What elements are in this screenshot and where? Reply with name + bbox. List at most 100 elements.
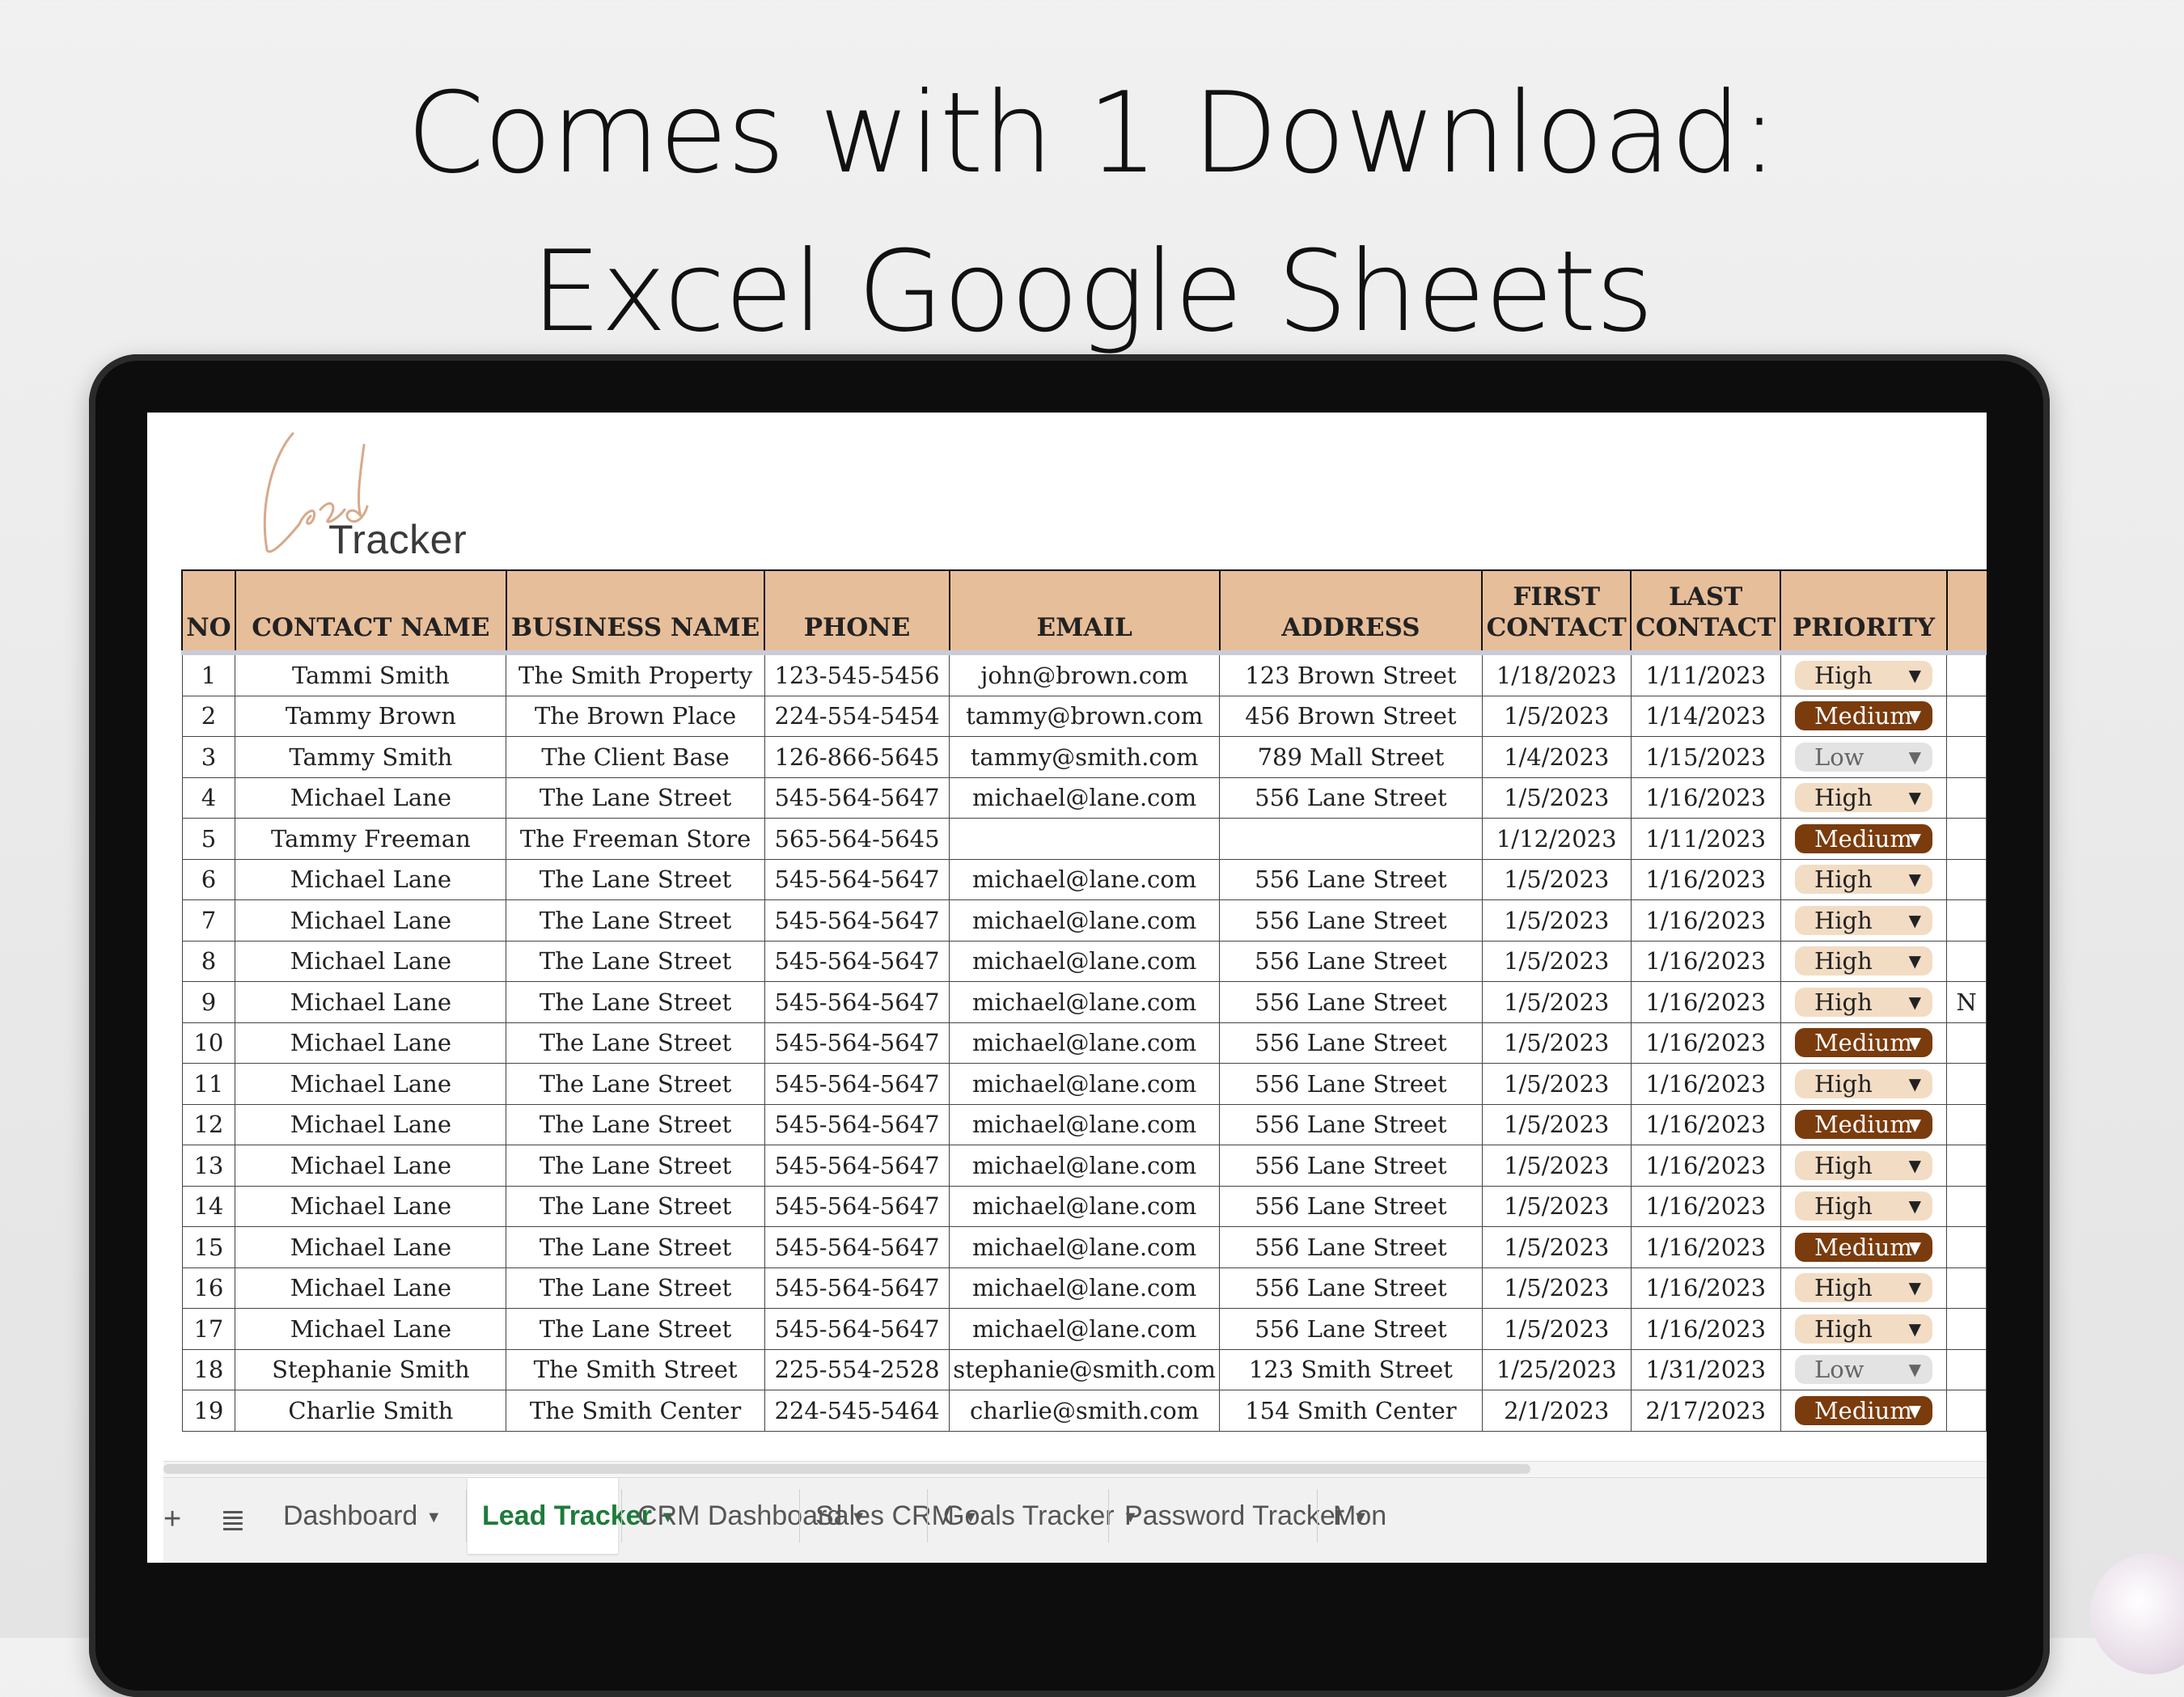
cell-first-contact[interactable]: 1/5/2023 — [1481, 940, 1632, 982]
cell-no[interactable]: 9 — [181, 981, 236, 1023]
cell-phone[interactable]: 545-564-5647 — [764, 1022, 950, 1064]
cell-phone[interactable]: 565-564-5645 — [764, 818, 950, 860]
cell-cut-off[interactable] — [1946, 1185, 1987, 1227]
cell-phone[interactable]: 545-564-5647 — [764, 940, 950, 982]
cell-address[interactable]: 556 Lane Street — [1219, 1226, 1483, 1268]
cell-phone[interactable]: 545-564-5647 — [764, 1308, 950, 1350]
cell-last-contact[interactable]: 1/16/2023 — [1630, 981, 1781, 1023]
cell-priority[interactable]: Medium ▼ — [1780, 1390, 1948, 1432]
cell-no[interactable]: 18 — [181, 1348, 236, 1390]
cell-business-name[interactable]: The Lane Street — [506, 777, 765, 819]
priority-dropdown[interactable]: High ▼ — [1794, 1069, 1932, 1098]
priority-dropdown[interactable]: Low ▼ — [1794, 742, 1932, 772]
cell-last-contact[interactable]: 1/16/2023 — [1630, 940, 1781, 982]
cell-cut-off[interactable] — [1946, 777, 1987, 819]
sheet-tab[interactable]: CRM Dashboard ▼ — [623, 1478, 866, 1554]
priority-dropdown[interactable]: Medium ▼ — [1794, 1028, 1932, 1058]
cell-no[interactable]: 14 — [181, 1185, 236, 1227]
cell-business-name[interactable]: The Lane Street — [506, 1145, 765, 1187]
cell-priority[interactable]: Medium ▼ — [1780, 695, 1948, 737]
priority-dropdown[interactable]: Low ▼ — [1794, 1355, 1932, 1385]
cell-business-name[interactable]: The Lane Street — [506, 981, 765, 1023]
cell-first-contact[interactable]: 1/5/2023 — [1481, 1308, 1632, 1350]
cell-business-name[interactable]: The Lane Street — [506, 1063, 765, 1105]
cell-first-contact[interactable]: 1/5/2023 — [1481, 899, 1632, 942]
cell-address[interactable]: 556 Lane Street — [1219, 1103, 1483, 1145]
cell-address[interactable]: 154 Smith Center — [1219, 1390, 1483, 1432]
cell-business-name[interactable]: The Lane Street — [506, 940, 765, 982]
cell-business-name[interactable]: The Smith Center — [506, 1390, 765, 1432]
cell-cut-off[interactable] — [1946, 1063, 1987, 1105]
cell-email[interactable]: michael@lane.com — [949, 1022, 1221, 1064]
cell-priority[interactable]: High ▼ — [1780, 1185, 1948, 1227]
cell-contact-name[interactable]: Michael Lane — [235, 1063, 507, 1105]
cell-contact-name[interactable]: Tammi Smith — [235, 650, 507, 696]
cell-phone[interactable]: 545-564-5647 — [764, 1267, 950, 1309]
cell-first-contact[interactable]: 1/25/2023 — [1481, 1348, 1632, 1390]
cell-email[interactable]: michael@lane.com — [949, 1145, 1221, 1187]
cell-phone[interactable]: 545-564-5647 — [764, 899, 950, 942]
cell-last-contact[interactable]: 1/16/2023 — [1630, 858, 1781, 900]
col-header-phone[interactable]: PHONE — [764, 569, 950, 654]
cell-priority[interactable]: High ▼ — [1780, 1063, 1948, 1105]
cell-address[interactable]: 556 Lane Street — [1219, 777, 1483, 819]
sheet-tab[interactable]: Lead Tracker ▼ — [468, 1478, 676, 1554]
cell-no[interactable]: 5 — [181, 818, 236, 860]
cell-first-contact[interactable]: 1/5/2023 — [1481, 1103, 1632, 1145]
cell-email[interactable]: michael@lane.com — [949, 981, 1221, 1023]
cell-contact-name[interactable]: Michael Lane — [235, 1103, 507, 1145]
cell-business-name[interactable]: The Lane Street — [506, 1226, 765, 1268]
cell-business-name[interactable]: The Smith Property — [506, 650, 765, 696]
priority-dropdown[interactable]: Medium ▼ — [1794, 701, 1932, 731]
cell-first-contact[interactable]: 1/18/2023 — [1481, 650, 1632, 696]
cell-contact-name[interactable]: Michael Lane — [235, 1022, 507, 1064]
cell-no[interactable]: 19 — [181, 1390, 236, 1432]
cell-no[interactable]: 11 — [181, 1063, 236, 1105]
cell-email[interactable]: michael@lane.com — [949, 1063, 1221, 1105]
plus-icon[interactable]: + — [163, 1502, 181, 1537]
cell-last-contact[interactable]: 1/16/2023 — [1630, 1063, 1781, 1105]
col-header-last-contact[interactable]: LAST CONTACT — [1630, 569, 1782, 654]
cell-last-contact[interactable]: 1/16/2023 — [1630, 1308, 1781, 1350]
cell-cut-off[interactable] — [1946, 858, 1987, 900]
cell-priority[interactable]: Low ▼ — [1780, 736, 1948, 778]
cell-business-name[interactable]: The Lane Street — [506, 1185, 765, 1227]
cell-last-contact[interactable]: 1/16/2023 — [1630, 1022, 1781, 1064]
cell-cut-off[interactable] — [1946, 818, 1987, 860]
col-header-first-contact[interactable]: FIRST CONTACT — [1481, 569, 1632, 654]
col-header-email[interactable]: EMAIL — [948, 569, 1221, 654]
cell-last-contact[interactable]: 1/31/2023 — [1630, 1348, 1781, 1390]
horizontal-scrollbar[interactable] — [163, 1461, 1987, 1476]
cell-last-contact[interactable]: 1/15/2023 — [1630, 736, 1781, 778]
cell-no[interactable]: 6 — [181, 858, 236, 900]
cell-contact-name[interactable]: Tammy Freeman — [235, 818, 507, 860]
cell-no[interactable]: 17 — [181, 1308, 236, 1350]
priority-dropdown[interactable]: High ▼ — [1794, 1273, 1932, 1303]
cell-cut-off[interactable] — [1946, 1390, 1987, 1432]
cell-business-name[interactable]: The Lane Street — [506, 899, 765, 942]
cell-priority[interactable]: High ▼ — [1780, 777, 1948, 819]
cell-first-contact[interactable]: 2/1/2023 — [1481, 1390, 1632, 1432]
cell-email[interactable] — [949, 818, 1221, 860]
sheet-tab[interactable]: Sales CRM ▼ — [801, 1478, 979, 1554]
cell-phone[interactable]: 545-564-5647 — [764, 1185, 950, 1227]
cell-email[interactable]: michael@lane.com — [949, 940, 1221, 982]
cell-phone[interactable]: 545-564-5647 — [764, 1103, 950, 1145]
priority-dropdown[interactable]: Medium ▼ — [1794, 1110, 1932, 1140]
priority-dropdown[interactable]: Medium ▼ — [1794, 1232, 1932, 1262]
priority-dropdown[interactable]: High ▼ — [1794, 660, 1932, 690]
cell-email[interactable]: tammy@smith.com — [949, 736, 1221, 778]
cell-business-name[interactable]: The Lane Street — [506, 1308, 765, 1350]
cell-priority[interactable]: High ▼ — [1780, 981, 1948, 1023]
cell-email[interactable]: michael@lane.com — [949, 899, 1221, 942]
cell-phone[interactable]: 224-554-5454 — [764, 695, 950, 737]
priority-dropdown[interactable]: High ▼ — [1794, 783, 1932, 813]
cell-priority[interactable]: High ▼ — [1780, 858, 1948, 900]
cell-first-contact[interactable]: 1/12/2023 — [1481, 818, 1632, 860]
cell-cut-off[interactable] — [1946, 1226, 1987, 1268]
cell-last-contact[interactable]: 1/16/2023 — [1630, 1185, 1781, 1227]
priority-dropdown[interactable]: Medium ▼ — [1794, 1395, 1932, 1425]
cell-phone[interactable]: 545-564-5647 — [764, 777, 950, 819]
cell-first-contact[interactable]: 1/5/2023 — [1481, 777, 1632, 819]
cell-cut-off[interactable] — [1946, 1103, 1987, 1145]
